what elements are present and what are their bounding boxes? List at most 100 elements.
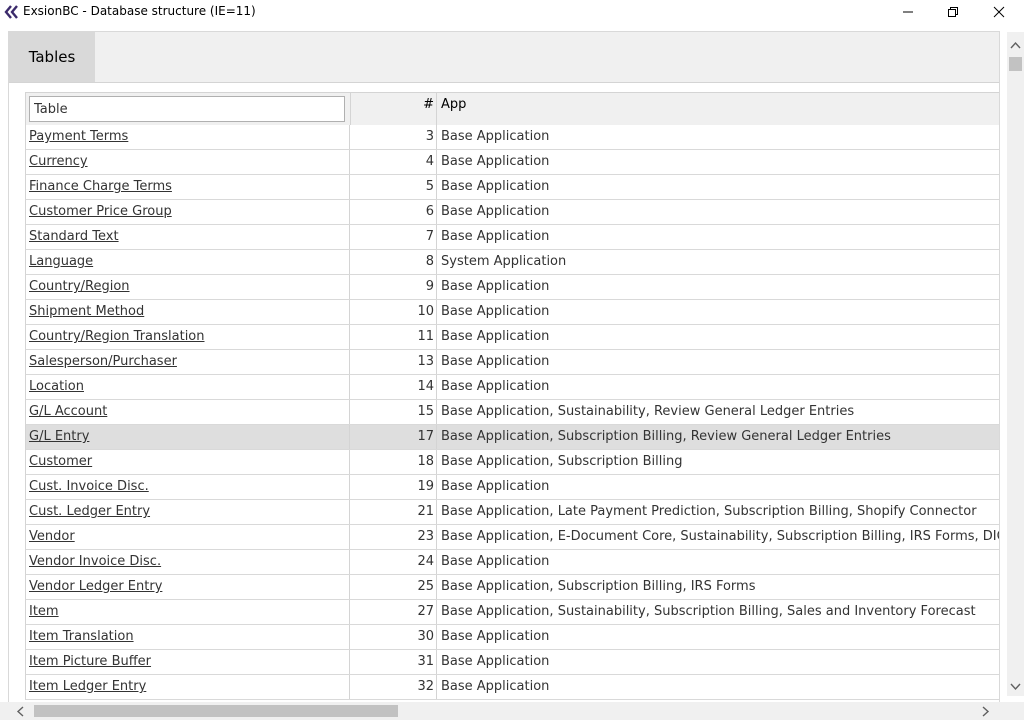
- table-filter-cell: [26, 93, 351, 126]
- table-row[interactable]: Country/Region Translation 11 Base Applica…: [25, 325, 999, 350]
- minimize-button[interactable]: [885, 0, 931, 24]
- table-row[interactable]: Cust. Ledger Entry 21 Base Application, La…: [25, 500, 999, 525]
- table-app-cell: Base Application, Sustainability, Review…: [441, 404, 855, 419]
- table-name-link[interactable]: Currency: [29, 154, 88, 169]
- tables-content: # App Payment Terms 3 Base Application Curr…: [9, 83, 999, 712]
- table-row[interactable]: Vendor Ledger Entry 25 Base Application, S…: [25, 575, 999, 600]
- table-row[interactable]: Item Ledger Entry 32 Base Application: [25, 675, 999, 700]
- table-name-link[interactable]: Vendor: [29, 529, 75, 544]
- table-name-cell: Customer Price Group: [26, 200, 350, 224]
- table-name-link[interactable]: G/L Entry: [29, 429, 89, 444]
- table-name-link[interactable]: Payment Terms: [29, 129, 128, 144]
- table-app-cell: Base Application, Subscription Billing, …: [441, 429, 891, 444]
- table-row[interactable]: Cust. Invoice Disc. 19 Base Application: [25, 475, 999, 500]
- table-number-cell: 30: [351, 625, 437, 649]
- table-number-cell: 6: [351, 200, 437, 224]
- table-row[interactable]: Salesperson/Purchaser 13 Base Application: [25, 350, 999, 375]
- table-app-cell: Base Application: [441, 354, 550, 369]
- chevron-down-icon: [1010, 676, 1021, 695]
- table-row[interactable]: Customer 18 Base Application, Subscription…: [25, 450, 999, 475]
- table-name-link[interactable]: Shipment Method: [29, 304, 144, 319]
- table-name-cell: Vendor Invoice Disc.: [26, 550, 350, 574]
- table-number-cell: 19: [351, 475, 437, 499]
- vertical-scroll-thumb[interactable]: [1009, 57, 1022, 71]
- tab-tables[interactable]: Tables: [9, 32, 95, 82]
- table-row[interactable]: Currency 4 Base Application: [25, 150, 999, 175]
- table-name-cell: Country/Region Translation: [26, 325, 350, 349]
- table-number-cell: 3: [351, 125, 437, 149]
- table-name-cell: G/L Account: [26, 400, 350, 424]
- table-row[interactable]: Item Translation 30 Base Application: [25, 625, 999, 650]
- table-row[interactable]: Vendor Invoice Disc. 24 Base Application: [25, 550, 999, 575]
- table-number-cell: 14: [351, 375, 437, 399]
- table-name-cell: Cust. Invoice Disc.: [26, 475, 350, 499]
- horizontal-scrollbar[interactable]: [0, 702, 1007, 720]
- table-row[interactable]: Country/Region 9 Base Application: [25, 275, 999, 300]
- table-name-cell: Item: [26, 600, 350, 624]
- table-number-cell: 13: [351, 350, 437, 374]
- table-row[interactable]: Item 27 Base Application, Sustainability, …: [25, 600, 999, 625]
- table-row[interactable]: Customer Price Group 6 Base Application: [25, 200, 999, 225]
- table-number-cell: 8: [351, 250, 437, 274]
- column-header-number[interactable]: #: [351, 93, 437, 126]
- table-name-cell: Salesperson/Purchaser: [26, 350, 350, 374]
- window-title: ExsionBC - Database structure (IE=11): [23, 4, 256, 18]
- table-row[interactable]: Vendor 23 Base Application, E-Document Cor…: [25, 525, 999, 550]
- restore-button[interactable]: [930, 0, 976, 24]
- table-name-link[interactable]: Customer: [29, 454, 92, 469]
- table-row[interactable]: Language 8 System Application: [25, 250, 999, 275]
- app-logo-icon: [3, 3, 19, 21]
- scroll-up-button[interactable]: [1007, 32, 1024, 54]
- table-name-link[interactable]: Cust. Ledger Entry: [29, 504, 150, 519]
- table-name-link[interactable]: Item: [29, 604, 59, 619]
- table-filter-input[interactable]: [29, 96, 345, 122]
- table-name-link[interactable]: G/L Account: [29, 404, 107, 419]
- table-name-link[interactable]: Standard Text: [29, 229, 119, 244]
- table-name-link[interactable]: Language: [29, 254, 93, 269]
- table-row[interactable]: G/L Account 15 Base Application, Sustainab…: [25, 400, 999, 425]
- table-name-cell: Country/Region: [26, 275, 350, 299]
- table-name-cell: Vendor: [26, 525, 350, 549]
- table-name-link[interactable]: Item Ledger Entry: [29, 679, 146, 694]
- table-app-cell: Base Application, Late Payment Predictio…: [441, 504, 977, 519]
- table-row[interactable]: Payment Terms 3 Base Application: [25, 125, 999, 150]
- title-bar: ExsionBC - Database structure (IE=11): [0, 0, 1024, 24]
- column-header-app[interactable]: App: [441, 93, 466, 117]
- table-name-cell: Shipment Method: [26, 300, 350, 324]
- scroll-right-button[interactable]: [976, 702, 996, 720]
- table-name-cell: Currency: [26, 150, 350, 174]
- scroll-down-button[interactable]: [1007, 674, 1024, 696]
- table-name-cell: Item Translation: [26, 625, 350, 649]
- table-row[interactable]: Finance Charge Terms 5 Base Application: [25, 175, 999, 200]
- table-app-cell: Base Application: [441, 654, 550, 669]
- table-name-link[interactable]: Customer Price Group: [29, 204, 172, 219]
- close-button[interactable]: [976, 0, 1022, 24]
- table-app-cell: Base Application: [441, 554, 550, 569]
- table-row[interactable]: Item Picture Buffer 31 Base Application: [25, 650, 999, 675]
- horizontal-scroll-thumb[interactable]: [34, 705, 398, 717]
- table-name-link[interactable]: Country/Region: [29, 279, 130, 294]
- table-name-cell: Item Picture Buffer: [26, 650, 350, 674]
- table-name-link[interactable]: Location: [29, 379, 84, 394]
- table-name-cell: Finance Charge Terms: [26, 175, 350, 199]
- chevron-up-icon: [1010, 34, 1021, 53]
- table-name-link[interactable]: Finance Charge Terms: [29, 179, 172, 194]
- table-name-link[interactable]: Vendor Ledger Entry: [29, 579, 162, 594]
- vertical-scrollbar[interactable]: [1007, 32, 1024, 696]
- table-name-link[interactable]: Country/Region Translation: [29, 329, 205, 344]
- table-name-link[interactable]: Cust. Invoice Disc.: [29, 479, 149, 494]
- table-row[interactable]: Location 14 Base Application: [25, 375, 999, 400]
- table-name-link[interactable]: Salesperson/Purchaser: [29, 354, 177, 369]
- table-name-link[interactable]: Vendor Invoice Disc.: [29, 554, 161, 569]
- table-row[interactable]: G/L Entry 17 Base Application, Subscriptio…: [25, 425, 999, 450]
- scrollbar-corner: [1007, 702, 1024, 720]
- table-row[interactable]: Shipment Method 10 Base Application: [25, 300, 999, 325]
- scroll-left-button[interactable]: [10, 702, 30, 720]
- table-row[interactable]: Standard Text 7 Base Application: [25, 225, 999, 250]
- table-name-link[interactable]: Item Picture Buffer: [29, 654, 151, 669]
- table-number-cell: 17: [351, 425, 437, 449]
- table-number-cell: 7: [351, 225, 437, 249]
- table-name-link[interactable]: Item Translation: [29, 629, 134, 644]
- table-number-cell: 5: [351, 175, 437, 199]
- table-number-cell: 18: [351, 450, 437, 474]
